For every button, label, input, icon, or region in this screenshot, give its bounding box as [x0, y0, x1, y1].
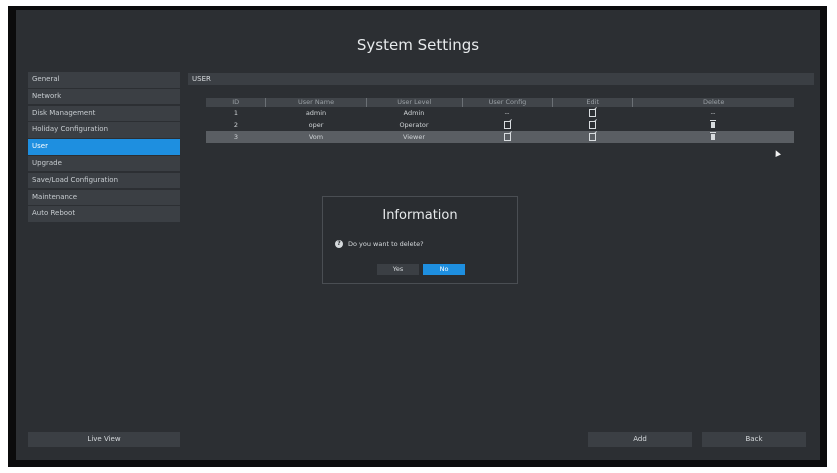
cell-user-config	[462, 131, 552, 143]
yes-button[interactable]: Yes	[377, 264, 419, 275]
cell-edit	[552, 119, 632, 131]
dialog-message-row: ? Do you want to delete?	[335, 240, 424, 248]
settings-screen: System Settings General Network Disk Man…	[16, 10, 820, 460]
cell-user-name: oper	[308, 121, 324, 129]
cell-edit	[552, 107, 632, 119]
cell-delete	[632, 131, 794, 143]
column-header-id: ID	[206, 98, 267, 107]
sidebar-item-maintenance[interactable]: Maintenance	[28, 189, 180, 206]
edit-icon[interactable]	[588, 133, 596, 141]
back-button[interactable]: Back	[702, 432, 806, 447]
table-header: ID User Name User Level User Config Edit…	[206, 98, 794, 107]
info-icon: ?	[335, 240, 343, 248]
add-button[interactable]: Add	[588, 432, 692, 447]
sidebar-item-disk-management[interactable]: Disk Management	[28, 105, 180, 122]
column-header-user-name: User Name	[266, 98, 367, 107]
cell-delete	[632, 119, 794, 131]
column-header-user-config: User Config	[463, 98, 554, 107]
cell-id: 1	[233, 109, 239, 117]
mouse-cursor-icon	[773, 149, 781, 157]
column-header-edit: Edit	[553, 98, 634, 107]
cell-user-config: --	[504, 109, 510, 117]
table-row[interactable]: 1 admin Admin -- --	[206, 107, 794, 119]
cell-user-level: Viewer	[402, 133, 426, 141]
user-table: ID User Name User Level User Config Edit…	[206, 98, 794, 143]
cell-user-name: admin	[305, 109, 327, 117]
cell-user-level: Admin	[403, 109, 425, 117]
table-row[interactable]: 2 oper Operator	[206, 119, 794, 131]
section-header-user: USER	[188, 73, 814, 85]
sidebar-item-holiday-configuration[interactable]: Holiday Configuration	[28, 122, 180, 138]
page-title: System Settings	[356, 36, 480, 54]
table-row-selected[interactable]: 3 Vom Viewer	[206, 131, 794, 143]
dialog-message: Do you want to delete?	[348, 240, 424, 248]
sidebar-item-auto-reboot[interactable]: Auto Reboot	[28, 206, 180, 222]
trash-icon[interactable]	[710, 132, 716, 140]
edit-icon[interactable]	[503, 121, 511, 129]
edit-icon[interactable]	[503, 133, 511, 141]
confirm-delete-dialog: Information ? Do you want to delete? Yes…	[322, 196, 518, 284]
sidebar-item-network[interactable]: Network	[28, 88, 180, 105]
dialog-title: Information	[382, 208, 458, 223]
sidebar: General Network Disk Management Holiday …	[28, 72, 180, 223]
edit-icon[interactable]	[588, 109, 596, 117]
trash-icon[interactable]	[710, 120, 716, 128]
cell-user-config	[462, 119, 552, 131]
cell-user-level: Operator	[399, 121, 429, 129]
column-header-user-level: User Level	[367, 98, 463, 107]
cell-id: 3	[233, 133, 239, 141]
column-header-delete: Delete	[703, 98, 725, 106]
sidebar-item-general[interactable]: General	[28, 72, 180, 88]
cell-id: 2	[233, 121, 239, 129]
live-view-button[interactable]: Live View	[28, 432, 180, 447]
cell-edit	[552, 131, 632, 143]
sidebar-item-save-load-configuration[interactable]: Save/Load Configuration	[28, 172, 180, 189]
edit-icon[interactable]	[588, 121, 596, 129]
sidebar-item-user[interactable]: User	[28, 139, 180, 155]
cell-delete: --	[710, 109, 716, 117]
sidebar-item-upgrade[interactable]: Upgrade	[28, 155, 180, 172]
cell-user-name: Vom	[308, 133, 324, 141]
no-button[interactable]: No	[423, 264, 465, 275]
